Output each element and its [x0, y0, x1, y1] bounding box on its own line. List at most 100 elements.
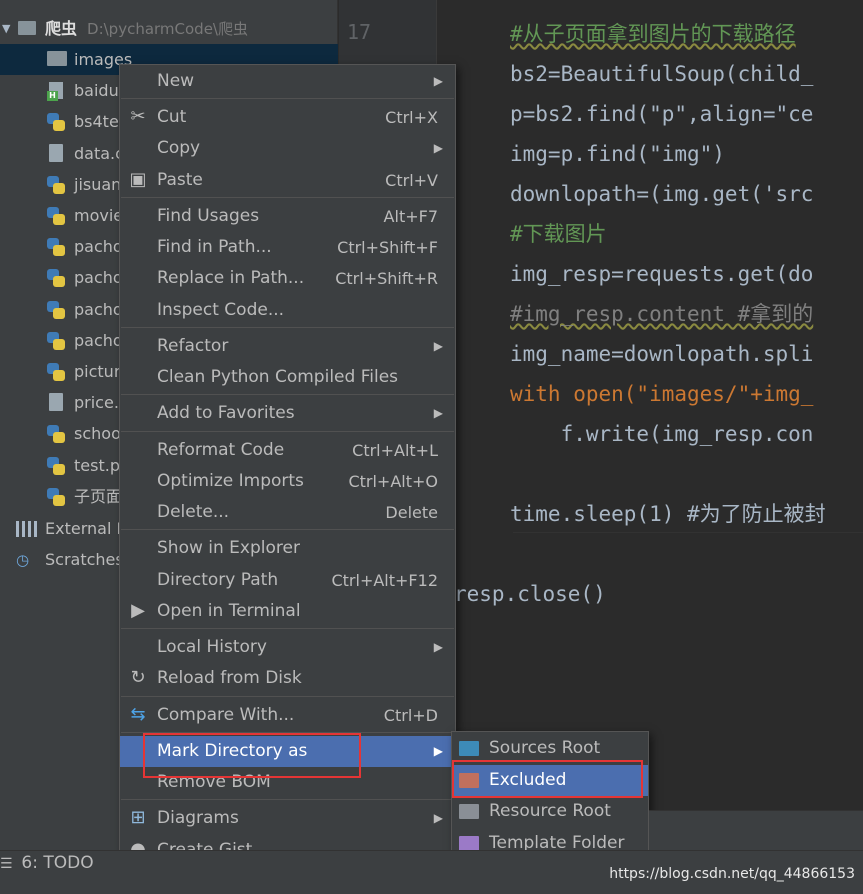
menu-item-shortcut: Ctrl+Alt+O — [348, 472, 438, 491]
menu-item-label: Reload from Disk — [157, 668, 302, 688]
method-separator — [513, 532, 863, 533]
watermark-url: https://blog.csdn.net/qq_44866153 — [609, 866, 855, 882]
menu-separator — [121, 732, 454, 733]
menu-item-shortcut: Ctrl+V — [385, 171, 438, 190]
code-editor[interactable]: #从子页面拿到图片的下载路径 bs2=BeautifulSoup(child_ … — [438, 0, 863, 850]
menu-item-copy[interactable]: Copy ▶ — [120, 133, 455, 164]
menu-item-label: Find Usages — [157, 206, 260, 226]
menu-item-shortcut: Alt+F7 — [383, 207, 438, 226]
todo-icon: ☰ — [0, 856, 13, 872]
menu-item-shortcut: Ctrl+Shift+R — [335, 269, 438, 288]
menu-separator — [121, 696, 454, 697]
submenu-item-label: Resource Root — [489, 801, 611, 821]
code-line: img=p.find("img") — [510, 142, 725, 166]
folder-icon — [459, 772, 479, 788]
tree-item-label: test.p — [74, 455, 120, 475]
external-libraries-label: External L — [45, 519, 126, 538]
menu-item-new[interactable]: New ▶ — [120, 66, 455, 97]
bottom-tool-bar: ☰ 6: TODO https://blog.csdn.net/qq_44866… — [0, 850, 863, 894]
menu-item-local-history[interactable]: Local History ▶ — [120, 632, 455, 663]
menu-item-label: Local History — [157, 637, 267, 657]
menu-separator — [121, 529, 454, 530]
tree-item-label: pacho — [74, 299, 123, 319]
menu-item-shortcut: Ctrl+Alt+L — [352, 441, 438, 460]
tree-root-row[interactable]: ▼ 爬虫 D:\pycharmCode\爬虫 — [0, 13, 338, 44]
text-file-icon — [49, 143, 63, 162]
submenu-item-resource-root[interactable]: Resource Root — [452, 796, 648, 827]
submenu-arrow-icon: ▶ — [433, 406, 443, 420]
menu-item-label: Show in Explorer — [157, 538, 300, 558]
menu-separator — [121, 431, 454, 432]
submenu-arrow-icon: ▶ — [433, 640, 443, 654]
chevron-down-icon[interactable]: ▼ — [2, 13, 10, 44]
folder-icon — [18, 21, 36, 35]
tree-item-label: pictur — [74, 362, 121, 381]
menu-item-clean-python-compiled-files[interactable]: Clean Python Compiled Files — [120, 362, 455, 393]
menu-item-refactor[interactable]: Refactor ▶ — [120, 331, 455, 362]
menu-item-label: Paste — [157, 170, 203, 190]
menu-item-label: Add to Favorites — [157, 403, 295, 423]
menu-item-open-in-terminal[interactable]: ▶ Open in Terminal — [120, 596, 455, 627]
code-line: with open("images/"+img_ — [510, 382, 814, 406]
menu-item-label: Optimize Imports — [157, 471, 304, 491]
clipboard-icon: ▣ — [129, 169, 147, 190]
menu-item-label: Delete... — [157, 502, 230, 522]
menu-item-label: Cut — [157, 107, 187, 127]
context-menu: New ▶ ✂ Cut Ctrl+X Copy ▶ ▣ Paste Ctrl+V Find Usag… — [119, 64, 456, 894]
folder-icon — [459, 741, 479, 756]
reload-icon: ↻ — [130, 667, 146, 688]
folder-icon — [459, 804, 479, 819]
menu-item-replace-in-path[interactable]: Replace in Path... Ctrl+Shift+R — [120, 263, 455, 294]
menu-item-delete[interactable]: Delete... Delete — [120, 497, 455, 528]
submenu-item-excluded[interactable]: Excluded — [452, 764, 648, 796]
html-file-icon: H — [47, 82, 67, 102]
menu-separator — [121, 327, 454, 328]
menu-item-find-in-path[interactable]: Find in Path... Ctrl+Shift+F — [120, 232, 455, 263]
code-line: #从子页面拿到图片的下载路径 — [510, 22, 796, 46]
submenu-item-sources-root[interactable]: Sources Root — [452, 733, 648, 764]
code-line: img_resp=requests.get(do — [510, 262, 814, 286]
python-file-icon — [47, 363, 65, 381]
tree-item-label: pacho — [74, 268, 123, 288]
terminal-icon: ▶ — [131, 600, 145, 621]
python-file-icon — [47, 487, 65, 506]
tree-item-label: 子页面 — [74, 486, 123, 506]
menu-item-optimize-imports[interactable]: Optimize Imports Ctrl+Alt+O — [120, 466, 455, 497]
root-folder-path: D:\pycharmCode\爬虫 — [87, 20, 248, 38]
menu-item-label: Reformat Code — [157, 440, 285, 460]
menu-item-show-in-explorer[interactable]: Show in Explorer — [120, 533, 455, 564]
python-file-icon — [47, 175, 65, 194]
menu-item-cut[interactable]: ✂ Cut Ctrl+X — [120, 102, 455, 133]
menu-separator — [121, 628, 454, 629]
menu-item-remove-bom[interactable]: Remove BOM — [120, 767, 455, 798]
python-file-icon — [47, 425, 65, 444]
menu-separator — [121, 197, 454, 198]
tree-item-label: movie — [74, 206, 124, 225]
menu-item-add-to-favorites[interactable]: Add to Favorites ▶ — [120, 398, 455, 429]
menu-item-reload-from-disk[interactable]: ↻ Reload from Disk — [120, 663, 455, 694]
menu-item-shortcut: Ctrl+X — [385, 108, 438, 127]
submenu-arrow-icon: ▶ — [433, 811, 443, 825]
tree-item-label: bs4te — [74, 112, 119, 132]
menu-item-paste[interactable]: ▣ Paste Ctrl+V — [120, 165, 455, 196]
submenu-arrow-icon: ▶ — [433, 339, 443, 353]
menu-item-directory-path[interactable]: Directory Path Ctrl+Alt+F12 — [120, 565, 455, 596]
menu-item-inspect-code[interactable]: Inspect Code... — [120, 295, 455, 326]
scratches-label: Scratches — [45, 550, 124, 569]
tree-item-label: jisuan — [74, 174, 122, 194]
menu-item-mark-directory-as[interactable]: Mark Directory as ▶ — [120, 736, 455, 767]
code-line: resp.close() — [454, 582, 606, 606]
menu-item-label: Directory Path — [157, 570, 279, 590]
menu-item-label: Open in Terminal — [157, 601, 301, 621]
submenu-arrow-icon: ▶ — [433, 141, 443, 155]
tree-item-label: baidu — [74, 81, 119, 101]
submenu-item-label: Excluded — [489, 769, 567, 790]
menu-item-diagrams[interactable]: ⊞ Diagrams ▶ — [120, 803, 455, 834]
menu-item-reformat-code[interactable]: Reformat Code Ctrl+Alt+L — [120, 435, 455, 466]
submenu-arrow-icon: ▶ — [433, 74, 443, 88]
scissors-icon: ✂ — [130, 106, 146, 127]
todo-tab[interactable]: ☰ 6: TODO — [0, 853, 94, 873]
menu-item-compare-with[interactable]: ⇆ Compare With... Ctrl+D — [120, 700, 455, 731]
menu-item-find-usages[interactable]: Find Usages Alt+F7 — [120, 201, 455, 232]
menu-item-label: Inspect Code... — [157, 300, 285, 320]
